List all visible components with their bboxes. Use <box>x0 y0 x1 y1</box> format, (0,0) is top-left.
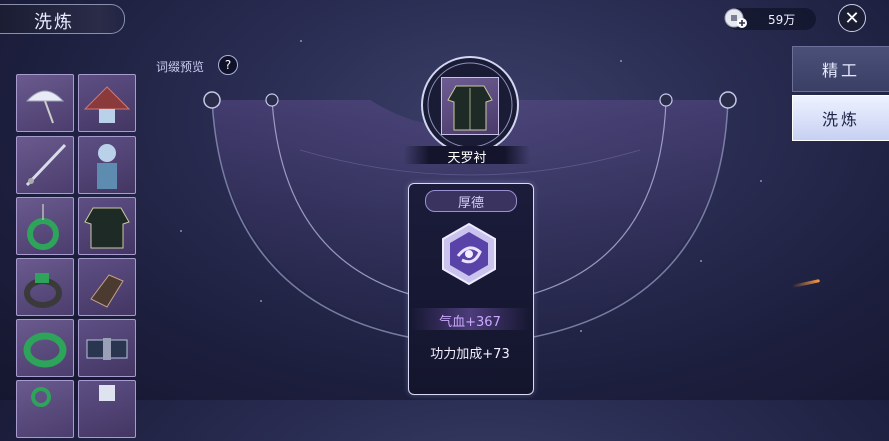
slot-bracelet[interactable] <box>16 319 74 377</box>
tab-wash[interactable]: 洗炼 <box>792 95 889 141</box>
slot-boot[interactable] <box>78 380 136 438</box>
belt-icon <box>86 338 128 360</box>
sword-icon <box>25 143 67 187</box>
slot-umbrella[interactable] <box>16 74 74 132</box>
item-name: 天罗衬 <box>447 151 487 166</box>
stat-panel <box>408 183 534 395</box>
boot-icon <box>99 385 115 401</box>
page-title: 洗炼 <box>34 12 74 33</box>
slot-glove[interactable] <box>78 258 136 316</box>
bracelet-icon <box>23 332 67 368</box>
robe-icon <box>84 207 130 249</box>
robe-icon <box>447 85 493 131</box>
slot-sword[interactable] <box>16 136 74 194</box>
coin-icon <box>724 8 747 28</box>
slot-character[interactable] <box>78 136 136 194</box>
slot-hat[interactable] <box>78 74 136 132</box>
slot-pendant[interactable] <box>16 380 74 438</box>
selected-item-thumbnail[interactable] <box>441 77 499 135</box>
slot-robe[interactable] <box>78 197 136 255</box>
stat-line-2: 功力加成+73 <box>430 347 510 362</box>
slot-belt[interactable] <box>78 319 136 377</box>
slot-jade-pendant[interactable] <box>16 197 74 255</box>
slot-ring[interactable] <box>16 258 74 316</box>
affix-preview-label: 词缀预览 <box>156 60 205 74</box>
umbrella-icon <box>25 90 65 124</box>
currency-amount: 59万 <box>768 13 796 27</box>
hexagon-gem-icon <box>442 222 496 286</box>
close-button[interactable]: ✕ <box>838 4 866 32</box>
character-icon <box>97 144 117 189</box>
tab-refine[interactable]: 精工 <box>792 46 889 92</box>
glove-icon <box>90 274 124 308</box>
help-icon[interactable]: ? <box>218 55 238 75</box>
ring-icon <box>24 273 62 308</box>
pendant-icon <box>31 387 51 407</box>
quality-badge: 厚德 <box>425 190 517 212</box>
hat-icon <box>83 86 131 123</box>
jade-pendant-icon <box>27 204 59 250</box>
stat-line-1: 气血+367 <box>439 315 501 330</box>
